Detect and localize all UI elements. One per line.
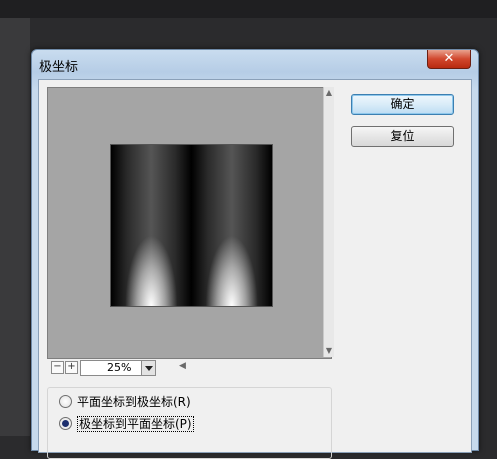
option-rect-to-polar-label: 平面坐标到极坐标(R) <box>77 395 191 409</box>
zoom-level-value: 25% <box>107 361 132 374</box>
dialog-title: 极坐标 <box>39 60 79 75</box>
reset-button[interactable]: 复位 <box>351 126 454 147</box>
option-polar-to-rect[interactable]: 极坐标到平面坐标(P) <box>59 416 194 434</box>
plus-icon: + <box>67 361 76 372</box>
minus-icon: − <box>53 361 62 372</box>
scroll-down-icon[interactable]: ▼ <box>324 347 334 355</box>
chevron-down-icon[interactable] <box>141 361 155 375</box>
radio-polar-to-rect[interactable] <box>59 417 72 430</box>
scroll-left-icon[interactable]: ◀ <box>179 361 186 371</box>
zoom-in-button[interactable]: + <box>65 361 78 374</box>
polar-coordinates-dialog: 极坐标 ✕ ▲ ▼ − + 25% ◀ 平面坐标到极坐标(R) 极坐标到平面坐标… <box>31 49 479 459</box>
conversion-options-group: 平面坐标到极坐标(R) 极坐标到平面坐标(P) <box>47 387 332 459</box>
scroll-up-icon[interactable]: ▲ <box>324 89 334 97</box>
preview-vertical-scrollbar[interactable]: ▲ ▼ <box>323 87 334 357</box>
preview-panel[interactable] <box>47 87 332 359</box>
option-rect-to-polar[interactable]: 平面坐标到极坐标(R) <box>59 394 191 412</box>
radio-rect-to-polar[interactable] <box>59 395 72 408</box>
dialog-body: ▲ ▼ − + 25% ◀ 平面坐标到极坐标(R) 极坐标到平面坐标(P) 确定… <box>38 79 472 459</box>
zoom-level-select[interactable]: 25% <box>80 360 156 376</box>
preview-image <box>110 144 273 307</box>
background-top <box>0 0 497 18</box>
option-polar-to-rect-label: 极坐标到平面坐标(P) <box>77 416 194 432</box>
close-icon: ✕ <box>443 51 455 66</box>
zoom-controls: − + 25% ◀ <box>47 360 332 376</box>
zoom-out-button[interactable]: − <box>51 361 64 374</box>
background-left-strip <box>0 18 30 436</box>
ok-button[interactable]: 确定 <box>351 94 454 115</box>
close-button[interactable]: ✕ <box>427 50 471 69</box>
